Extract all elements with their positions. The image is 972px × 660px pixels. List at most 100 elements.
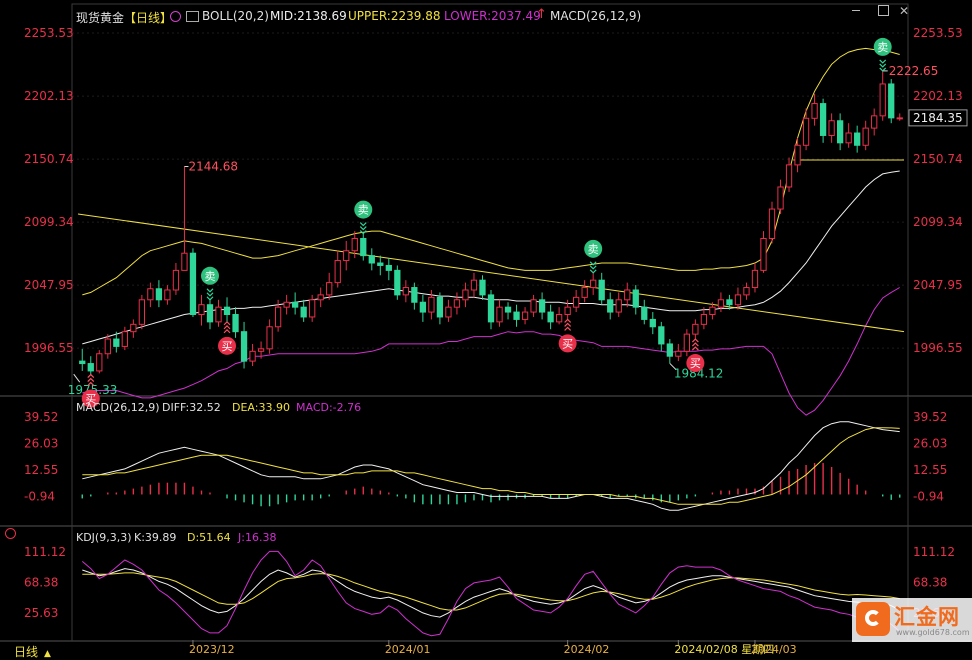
candles[interactable] xyxy=(79,70,903,375)
candle[interactable] xyxy=(734,287,742,310)
candle[interactable] xyxy=(862,120,869,151)
candle[interactable] xyxy=(624,282,631,308)
candle[interactable] xyxy=(164,285,171,305)
candle[interactable] xyxy=(411,282,418,310)
candle[interactable] xyxy=(147,282,154,308)
candle[interactable] xyxy=(266,319,273,354)
kdj-tick-left: 25.63 xyxy=(24,606,58,620)
candle[interactable] xyxy=(547,304,554,330)
candle[interactable] xyxy=(402,280,409,303)
candle[interactable] xyxy=(215,299,222,327)
candle[interactable] xyxy=(181,166,188,271)
watermark-url: www.gold678.com xyxy=(896,628,970,637)
candle[interactable] xyxy=(573,289,580,313)
candle[interactable] xyxy=(692,319,699,340)
candle-body xyxy=(607,299,614,313)
candle[interactable] xyxy=(607,292,614,320)
kdj-close-icon[interactable] xyxy=(5,528,16,539)
minimize-icon[interactable] xyxy=(852,10,860,11)
candle[interactable] xyxy=(888,79,895,124)
candle[interactable] xyxy=(751,263,759,293)
candle[interactable] xyxy=(658,321,665,352)
candle[interactable] xyxy=(292,292,299,315)
candle[interactable] xyxy=(436,292,444,325)
candle[interactable] xyxy=(854,125,861,153)
candle[interactable] xyxy=(445,299,452,322)
restore-icon[interactable] xyxy=(878,5,889,16)
candle[interactable] xyxy=(206,299,214,330)
candle[interactable] xyxy=(700,307,708,330)
candle[interactable] xyxy=(326,272,333,300)
candle[interactable] xyxy=(496,299,503,327)
candle[interactable] xyxy=(649,312,656,335)
candle-body xyxy=(189,252,197,316)
candle[interactable] xyxy=(487,289,495,330)
candle[interactable] xyxy=(675,343,682,362)
candle[interactable] xyxy=(462,282,469,308)
candle[interactable] xyxy=(385,258,392,281)
candle[interactable] xyxy=(581,280,588,303)
candle[interactable] xyxy=(223,297,231,322)
candle[interactable] xyxy=(232,307,239,338)
candle[interactable] xyxy=(598,272,605,305)
candle[interactable] xyxy=(879,70,886,121)
candle[interactable] xyxy=(360,233,367,261)
candle[interactable] xyxy=(683,329,690,357)
candle[interactable] xyxy=(240,321,248,369)
candle[interactable] xyxy=(590,272,597,295)
candle[interactable] xyxy=(504,302,512,320)
candle[interactable] xyxy=(615,292,622,317)
candle[interactable] xyxy=(555,307,563,325)
candle[interactable] xyxy=(343,240,350,271)
candle[interactable] xyxy=(794,137,801,173)
candle[interactable] xyxy=(419,294,427,322)
candle[interactable] xyxy=(172,263,180,295)
candle[interactable] xyxy=(130,319,137,338)
indicator-window-icon[interactable] xyxy=(186,11,199,22)
candle[interactable] xyxy=(104,334,111,359)
candle[interactable] xyxy=(836,113,844,151)
candle[interactable] xyxy=(641,299,648,325)
candle[interactable] xyxy=(283,294,290,315)
candle[interactable] xyxy=(896,113,903,121)
chart-stage[interactable]: 2144.682222.651984.121975.33买买买买卖卖卖卖 225… xyxy=(0,0,972,658)
candle[interactable] xyxy=(317,287,324,308)
candle[interactable] xyxy=(845,123,852,148)
indicator-settings-icon[interactable] xyxy=(170,11,181,22)
candle[interactable] xyxy=(96,350,103,374)
close-icon[interactable]: ✕ xyxy=(899,4,909,18)
candle[interactable] xyxy=(777,179,784,214)
candle[interactable] xyxy=(368,248,375,271)
candle[interactable] xyxy=(871,108,878,136)
candle[interactable] xyxy=(768,201,776,244)
candle[interactable] xyxy=(189,248,197,317)
candle[interactable] xyxy=(79,348,86,371)
candle[interactable] xyxy=(138,294,146,330)
candle[interactable] xyxy=(121,326,128,351)
candle[interactable] xyxy=(155,280,163,308)
candle[interactable] xyxy=(521,307,529,325)
candle[interactable] xyxy=(538,292,546,320)
candle[interactable] xyxy=(828,113,835,143)
candle[interactable] xyxy=(632,285,639,315)
signal-arrow xyxy=(206,292,214,297)
candle[interactable] xyxy=(394,265,401,300)
candle[interactable] xyxy=(453,292,461,315)
candle[interactable] xyxy=(760,231,767,273)
candle[interactable] xyxy=(666,339,673,364)
candle[interactable] xyxy=(802,108,810,151)
candle[interactable] xyxy=(377,255,384,276)
candle[interactable] xyxy=(811,93,818,126)
candle[interactable] xyxy=(198,294,205,326)
period-button[interactable]: 日线 ▲ xyxy=(14,643,51,660)
candle[interactable] xyxy=(470,272,478,298)
candle[interactable] xyxy=(334,250,341,288)
candle[interactable] xyxy=(300,299,307,322)
candle[interactable] xyxy=(819,98,827,143)
candle[interactable] xyxy=(87,356,94,375)
candle[interactable] xyxy=(309,294,316,322)
candle[interactable] xyxy=(530,294,537,317)
candle[interactable] xyxy=(513,304,520,327)
candle[interactable] xyxy=(479,275,486,300)
candle[interactable] xyxy=(249,343,256,367)
